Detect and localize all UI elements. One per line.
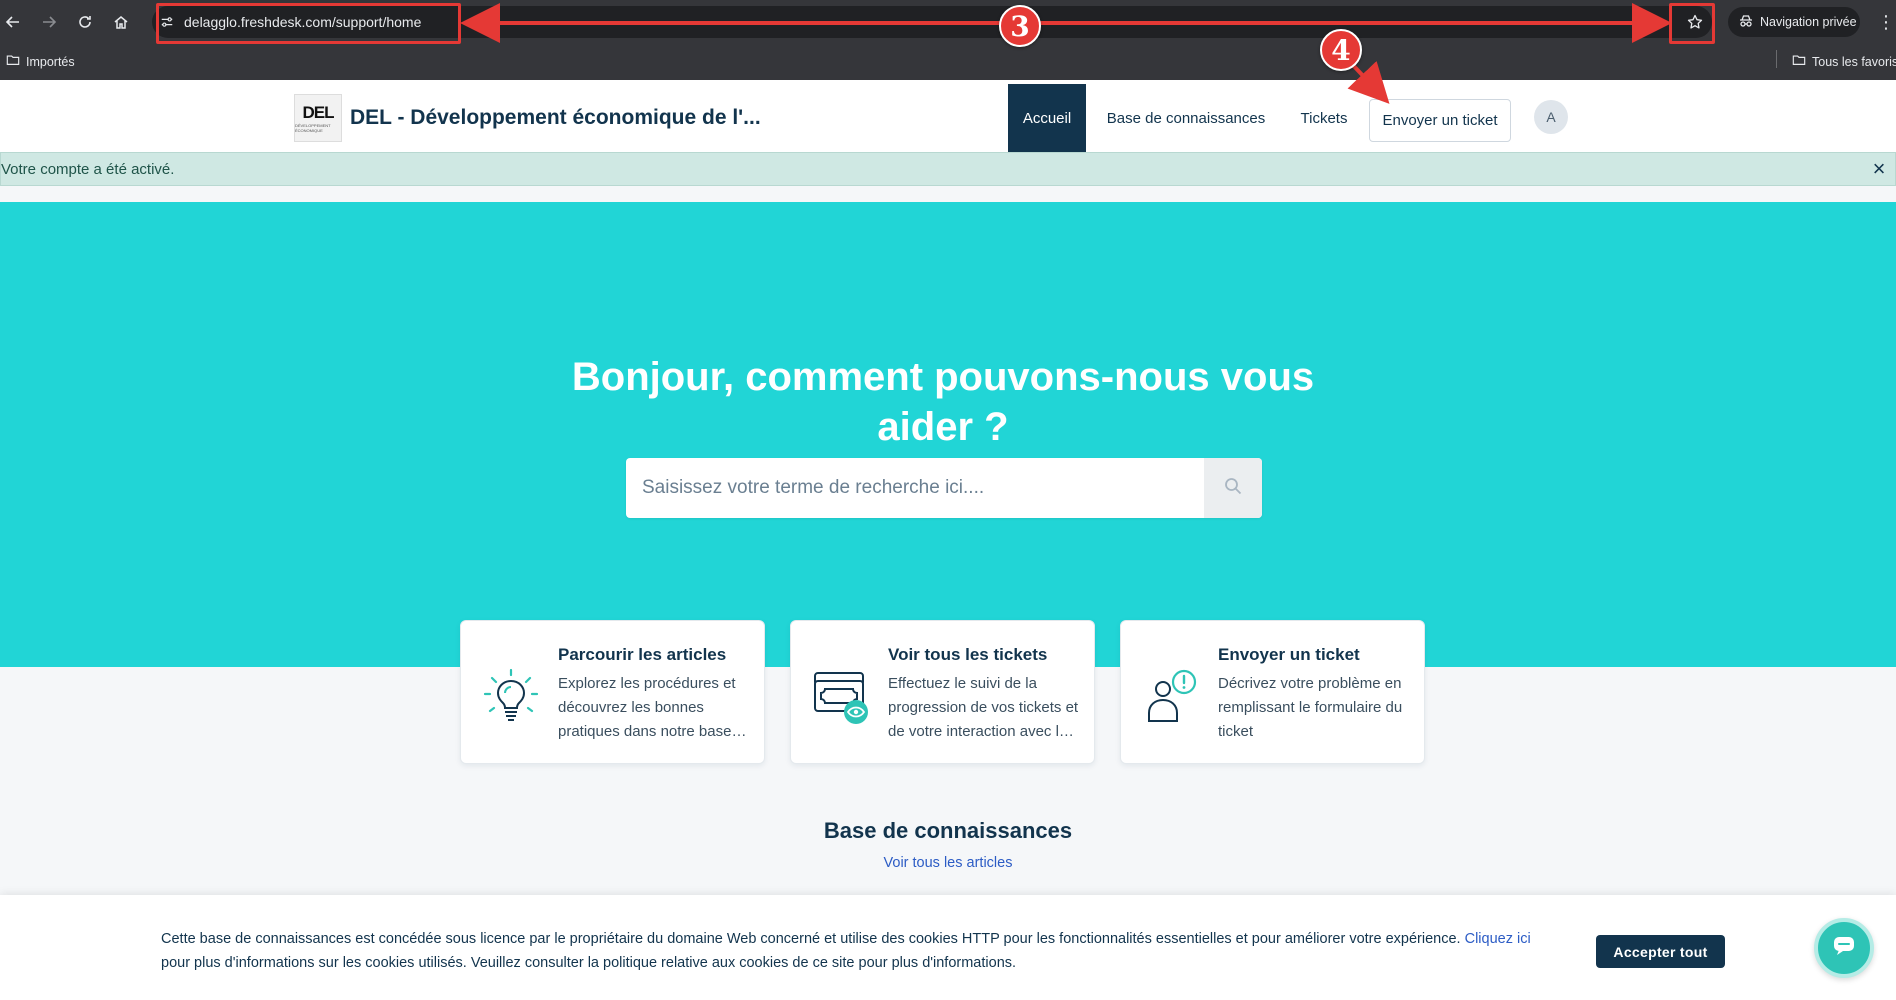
bookmark-separator — [1776, 50, 1777, 68]
cookie-more-link[interactable]: Cliquez ici — [1465, 931, 1531, 947]
site-name: DEL - Développement économique de l'... — [350, 106, 761, 129]
close-icon[interactable]: × — [1867, 156, 1891, 181]
private-mode-label: Navigation privée — [1760, 15, 1857, 29]
incognito-icon — [1738, 13, 1754, 32]
annotation-badge-3: 3 — [999, 5, 1041, 47]
brand-logo: DEL DÉVELOPPEMENT ÉCONOMIQUE — [294, 94, 342, 142]
alert-message: Votre compte a été activé. — [1, 161, 175, 178]
kb-section-title: Base de connaissances — [823, 818, 1073, 843]
forward-icon[interactable] — [36, 9, 62, 35]
annotation-box-url — [156, 3, 461, 44]
home-icon[interactable] — [108, 9, 134, 35]
annotation-badge-4: 4 — [1320, 29, 1362, 71]
card-title: Voir tous les tickets — [888, 645, 1048, 664]
cookie-text-main: Cette base de connaissances est concédée… — [161, 931, 1461, 947]
card-browse-articles[interactable]: Parcourir les articles Explorez les proc… — [460, 620, 765, 764]
view-all-articles-link[interactable]: Voir tous les articles — [798, 855, 1098, 871]
chat-icon — [1832, 935, 1856, 962]
nav-tickets[interactable]: Tickets — [1290, 84, 1358, 152]
hero-section: Bonjour, comment pouvons-nous vous aider… — [0, 202, 1896, 667]
search-button[interactable] — [1204, 458, 1262, 518]
search-input[interactable] — [626, 458, 1204, 518]
logo-subtext: DÉVELOPPEMENT ÉCONOMIQUE — [295, 123, 331, 133]
bookmark-label: Importés — [26, 54, 75, 69]
search-box — [626, 458, 1262, 518]
menu-icon[interactable]: ⋮ — [1877, 10, 1895, 34]
private-mode-indicator[interactable]: Navigation privée — [1728, 7, 1860, 37]
account-activated-alert: Votre compte a été activé. × — [0, 152, 1896, 186]
bookmarks-bar: Importés Tous les favoris — [0, 44, 1896, 80]
accept-all-button[interactable]: Accepter tout — [1596, 935, 1725, 968]
cookie-text-after: pour plus d'informations sur les cookies… — [161, 955, 1017, 971]
nav-knowledge-base[interactable]: Base de connaissances — [1098, 84, 1274, 152]
search-icon — [1224, 477, 1242, 500]
back-icon[interactable] — [0, 9, 26, 35]
user-alert-icon — [1148, 669, 1197, 722]
card-description: Décrivez votre problème en remplissant l… — [1218, 675, 1403, 740]
card-title: Parcourir les articles — [558, 645, 727, 664]
folder-icon — [1792, 53, 1806, 70]
folder-icon — [6, 53, 20, 70]
card-description: Effectuez le suivi de la progression de … — [888, 675, 1079, 740]
card-description: Explorez les procédures et découvrez les… — [558, 675, 747, 740]
brand[interactable]: DEL DÉVELOPPEMENT ÉCONOMIQUE DEL - Dével… — [294, 94, 761, 142]
submit-ticket-button[interactable]: Envoyer un ticket — [1369, 99, 1511, 142]
cookie-text: Cette base de connaissances est concédée… — [161, 927, 1561, 975]
tickets-eye-icon — [814, 672, 868, 724]
card-view-tickets[interactable]: Voir tous les tickets Effectuez le suivi… — [790, 620, 1095, 764]
nav-home[interactable]: Accueil — [1008, 84, 1086, 152]
bookmark-all-favorites[interactable]: Tous les favoris — [1792, 53, 1896, 70]
bookmark-imported[interactable]: Importés — [6, 53, 75, 70]
card-title: Envoyer un ticket — [1218, 645, 1360, 664]
chat-widget-button[interactable] — [1814, 918, 1874, 978]
card-submit-ticket[interactable]: Envoyer un ticket Décrivez votre problèm… — [1120, 620, 1425, 764]
avatar[interactable]: A — [1534, 100, 1568, 134]
reload-icon[interactable] — [72, 9, 98, 35]
bookmark-label: Tous les favoris — [1812, 54, 1896, 69]
portal-header: DEL DÉVELOPPEMENT ÉCONOMIQUE DEL - Dével… — [0, 80, 1896, 152]
logo-text: DEL — [302, 103, 335, 122]
hero-title: Bonjour, comment pouvons-nous vous aider… — [571, 355, 1315, 449]
annotation-box-star — [1669, 3, 1715, 44]
cookie-banner: Cette base de connaissances est concédée… — [0, 895, 1896, 1000]
lightbulb-icon — [483, 668, 539, 721]
